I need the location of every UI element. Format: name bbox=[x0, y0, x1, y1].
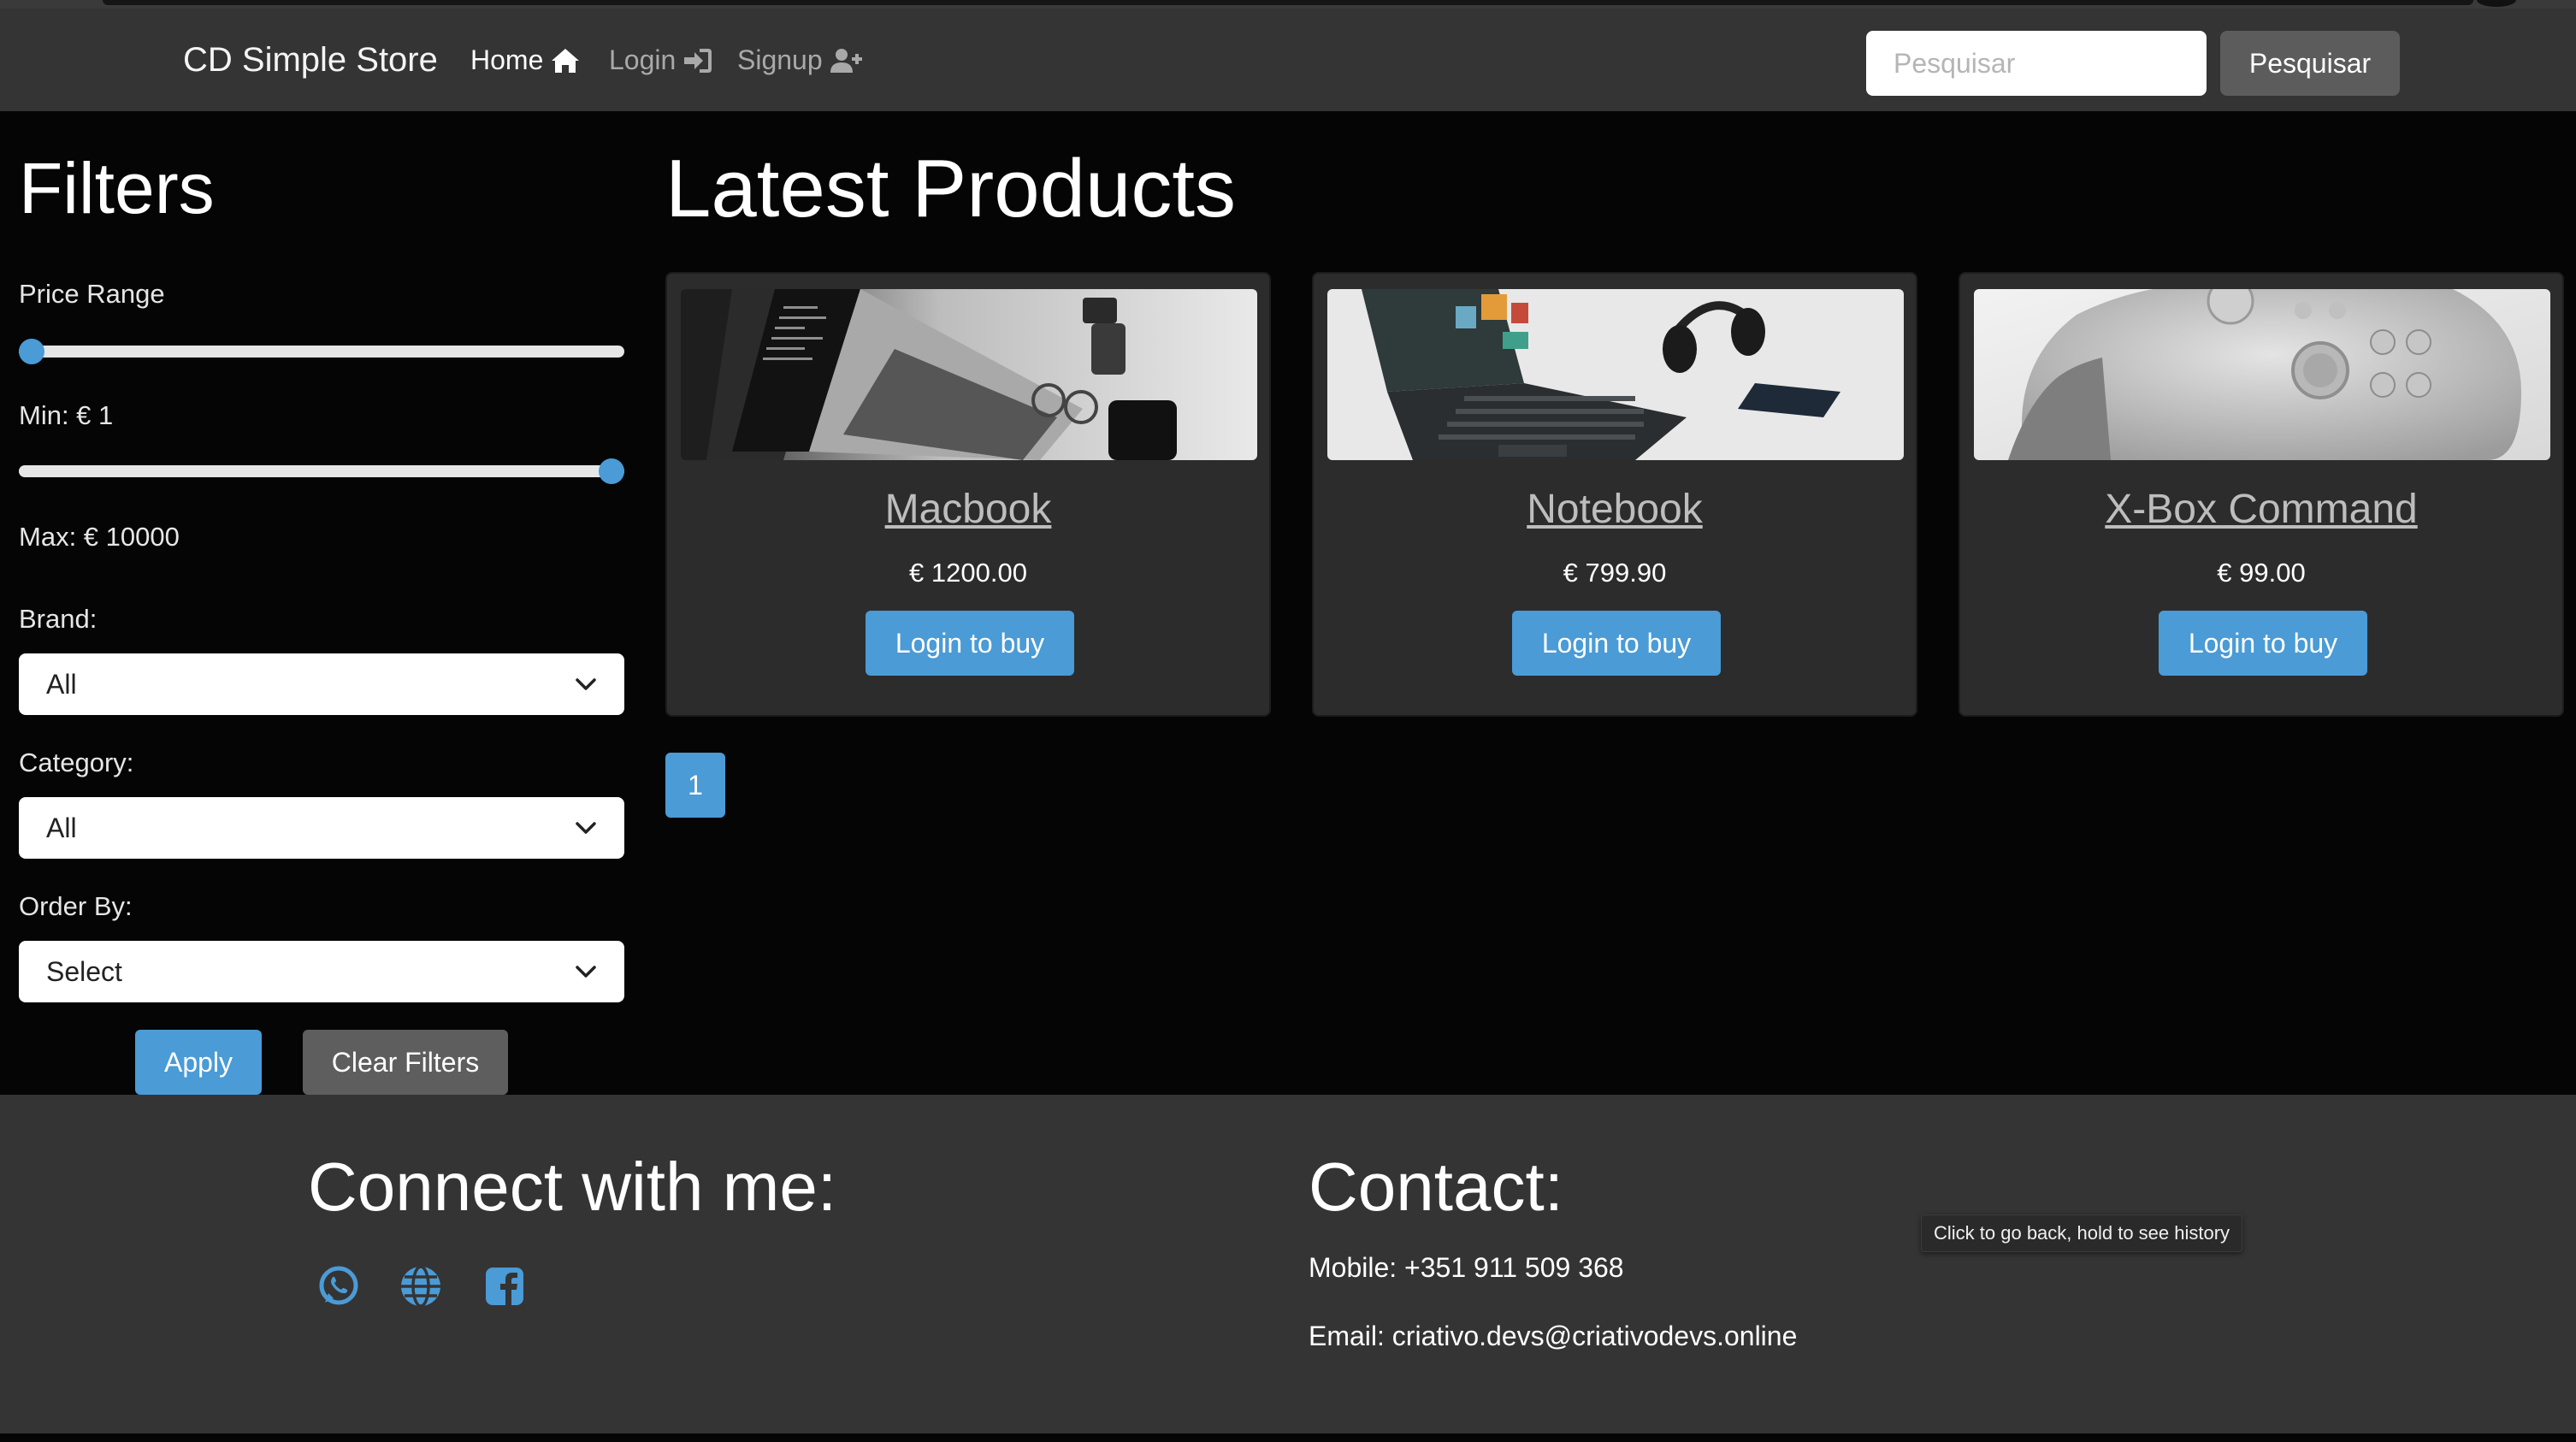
user-plus-icon bbox=[830, 47, 864, 74]
footer-bottom-strip bbox=[0, 1433, 2576, 1442]
contact-title: Contact: bbox=[1309, 1149, 1563, 1225]
clear-filters-button[interactable]: Clear Filters bbox=[303, 1030, 508, 1095]
product-name-link[interactable]: Notebook bbox=[1314, 486, 1916, 533]
apply-filters-button[interactable]: Apply bbox=[135, 1030, 262, 1095]
price-max-label: Max: € 10000 bbox=[19, 522, 180, 552]
category-label: Category: bbox=[19, 748, 134, 777]
product-card: X-Box Command € 99.00 Login to buy bbox=[1959, 272, 2564, 717]
facebook-icon[interactable] bbox=[481, 1262, 529, 1310]
product-price: € 1200.00 bbox=[909, 558, 1027, 588]
browser-top-bar bbox=[103, 0, 2473, 5]
chevron-down-icon bbox=[575, 677, 597, 691]
product-image-xbox-controller[interactable] bbox=[1974, 289, 2550, 460]
product-card: Macbook € 1200.00 Login to buy bbox=[665, 272, 1271, 717]
connect-title: Connect with me: bbox=[308, 1149, 837, 1225]
brand-label: Brand: bbox=[19, 604, 97, 634]
order-by-label: Order By: bbox=[19, 891, 133, 921]
price-range-label: Price Range bbox=[19, 279, 165, 309]
contact-email[interactable]: Email: criativo.devs@criativodevs.online bbox=[1309, 1321, 1797, 1352]
product-card: Notebook € 799.90 Login to buy bbox=[1312, 272, 1917, 717]
login-to-buy-button[interactable]: Login to buy bbox=[1512, 611, 1721, 676]
footer: Connect with me: Contact: Mobile: +351 9… bbox=[0, 1095, 2576, 1433]
price-max-slider[interactable] bbox=[19, 458, 624, 484]
nav-signup-label: Signup bbox=[737, 44, 823, 75]
product-name-link[interactable]: Macbook bbox=[667, 486, 1269, 533]
price-max-thumb[interactable] bbox=[599, 458, 624, 484]
whatsapp-icon[interactable] bbox=[315, 1262, 363, 1310]
product-price: € 799.90 bbox=[1563, 558, 1667, 588]
contact-mobile: Mobile: +351 911 509 368 bbox=[1309, 1252, 1624, 1283]
nav-login[interactable]: Login bbox=[609, 44, 712, 76]
login-arrow-icon bbox=[682, 48, 712, 74]
nav-login-label: Login bbox=[609, 44, 676, 75]
chevron-down-icon bbox=[575, 965, 597, 978]
login-to-buy-button[interactable]: Login to buy bbox=[2159, 611, 2367, 676]
search-input[interactable] bbox=[1866, 31, 2207, 96]
filters-title: Filters bbox=[19, 148, 215, 228]
brand-select[interactable]: All bbox=[19, 653, 624, 715]
nav-home-label: Home bbox=[470, 44, 544, 75]
login-to-buy-button[interactable]: Login to buy bbox=[866, 611, 1074, 676]
browser-top-dot bbox=[2477, 0, 2516, 7]
order-by-select-value: Select bbox=[46, 955, 122, 987]
nav-signup[interactable]: Signup bbox=[737, 44, 864, 76]
category-select[interactable]: All bbox=[19, 797, 624, 859]
product-price: € 99.00 bbox=[2217, 558, 2306, 588]
product-image-macbook[interactable] bbox=[681, 289, 1257, 460]
brand-logo-text[interactable]: CD Simple Store bbox=[183, 41, 438, 80]
browser-top-strip bbox=[0, 0, 2576, 9]
globe-icon[interactable] bbox=[397, 1262, 445, 1310]
product-image-notebook[interactable] bbox=[1327, 289, 1904, 460]
search-button[interactable]: Pesquisar bbox=[2220, 31, 2400, 96]
price-min-slider[interactable] bbox=[19, 339, 624, 364]
price-min-thumb[interactable] bbox=[19, 339, 44, 364]
navbar: CD Simple Store Home Login Signup Pesqui… bbox=[0, 9, 2576, 111]
category-select-value: All bbox=[46, 812, 77, 843]
page-title: Latest Products bbox=[665, 143, 1237, 234]
browser-back-tooltip: Click to go back, hold to see history bbox=[1921, 1214, 2243, 1252]
home-icon bbox=[550, 47, 581, 74]
nav-home[interactable]: Home bbox=[470, 44, 581, 76]
chevron-down-icon bbox=[575, 821, 597, 835]
brand-select-value: All bbox=[46, 668, 77, 700]
product-name-link[interactable]: X-Box Command bbox=[1960, 486, 2562, 533]
price-min-label: Min: € 1 bbox=[19, 400, 114, 430]
order-by-select[interactable]: Select bbox=[19, 941, 624, 1002]
pagination-page-1[interactable]: 1 bbox=[665, 753, 725, 818]
